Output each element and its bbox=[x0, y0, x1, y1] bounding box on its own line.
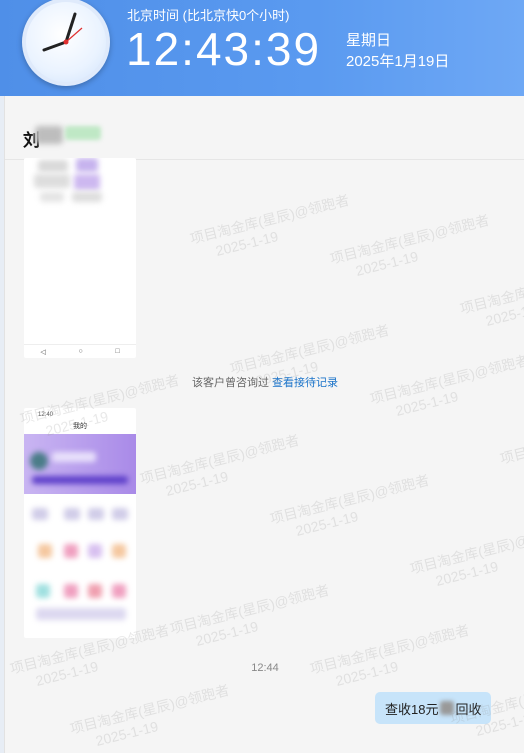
chat-image-1[interactable]: ◁ ○ □ bbox=[24, 158, 136, 358]
contact-tag bbox=[65, 126, 101, 140]
back-icon: ◁ bbox=[40, 348, 46, 356]
system-notice: 该客户曾咨询过 查看接待记录 bbox=[5, 374, 524, 390]
view-history-link[interactable]: 查看接待记录 bbox=[272, 377, 338, 389]
analog-clock-icon bbox=[22, 0, 110, 86]
system-notice-text: 该客户曾咨询过 bbox=[191, 377, 269, 389]
recent-icon: □ bbox=[115, 348, 120, 355]
home-icon: ○ bbox=[78, 348, 83, 355]
digital-time: 12:43:39 bbox=[126, 23, 322, 75]
clock-bar: 北京时间 (比北京快0个小时) 12:43:39 星期日 2025年1月19日 bbox=[0, 0, 524, 96]
contact-name-mask bbox=[35, 126, 63, 144]
message-text-before: 查收18元 bbox=[385, 701, 439, 717]
android-nav-bar: ◁ ○ □ bbox=[24, 344, 136, 358]
message-bubble[interactable]: 查收18元 回收 bbox=[375, 692, 492, 724]
message-timestamp: 12:44 bbox=[251, 662, 279, 674]
chat-image-2[interactable]: 12:40 我的 bbox=[24, 408, 136, 638]
chat-window: 刘 ◁ ○ □ 该客户曾咨询过 查看接待记录 12:40 我的 12:44 查收… bbox=[4, 96, 524, 753]
text-mask bbox=[440, 701, 455, 715]
date: 2025年1月19日 bbox=[346, 53, 450, 70]
status-time: 12:40 bbox=[38, 412, 54, 418]
weekday: 星期日 bbox=[346, 32, 392, 49]
phone-page-title: 我的 bbox=[73, 423, 87, 430]
chat-header: 刘 bbox=[5, 96, 524, 160]
message-text-after: 回收 bbox=[455, 701, 482, 717]
